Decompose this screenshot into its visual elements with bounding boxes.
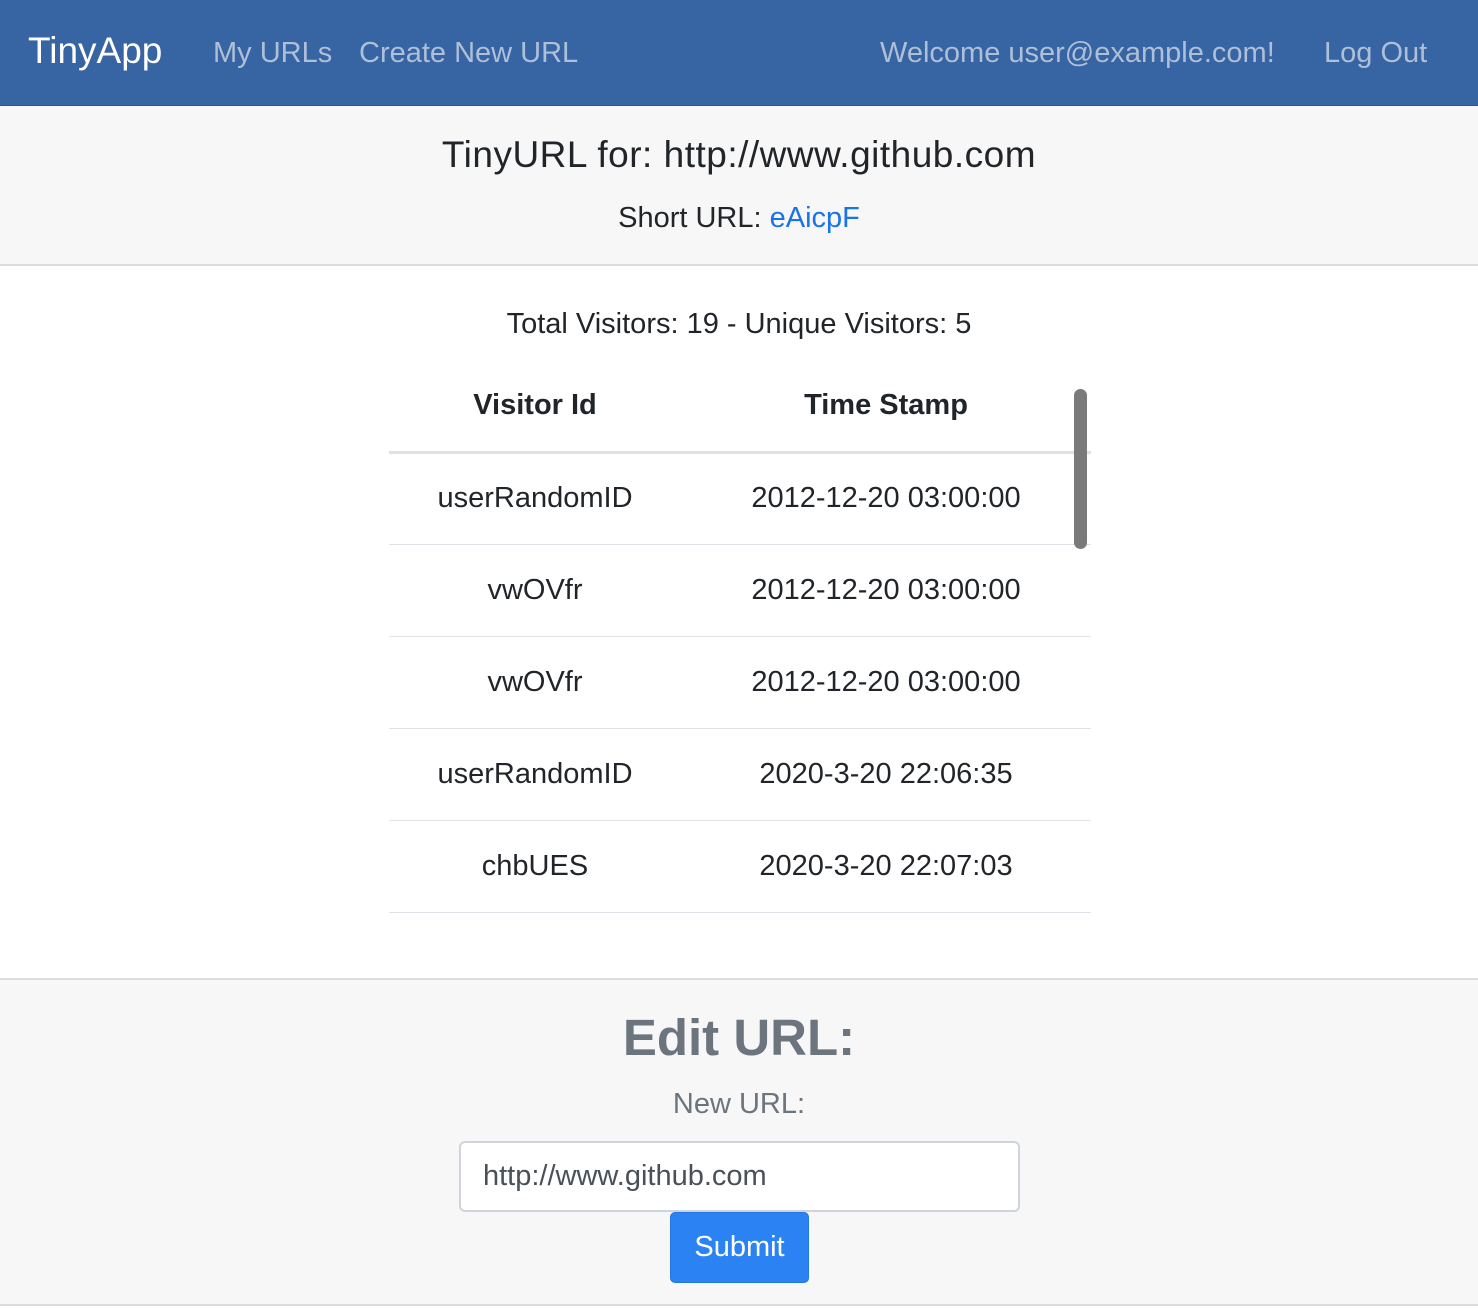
visitor-id-cell: vwOVfr <box>389 544 681 637</box>
timestamp-cell: 2020-3-20 22:07:03 <box>681 820 1091 913</box>
navbar: TinyApp My URLs Create New URL Welcome u… <box>0 0 1478 106</box>
table-row: userRandomID 2012-12-20 03:00:00 <box>389 452 1091 545</box>
new-url-input[interactable] <box>459 1141 1020 1212</box>
new-url-label: New URL: <box>672 1088 806 1120</box>
page-title: TinyURL for: http://www.github.com <box>441 134 1037 175</box>
nav-create-new-url[interactable]: Create New URL <box>359 37 578 70</box>
timestamp-cell: 2012-12-20 03:00:00 <box>681 544 1091 637</box>
nav-my-urls[interactable]: My URLs <box>213 37 332 70</box>
timestamp-cell: 2020-3-20 22:06:35 <box>681 728 1091 821</box>
edit-url-card: Edit URL: New URL: Submit <box>0 978 1478 1306</box>
timestamp-cell: 2012-12-20 03:00:00 <box>681 636 1091 729</box>
table-scrollbar-thumb[interactable] <box>1074 389 1087 549</box>
short-url-link[interactable]: eAicpF <box>770 202 860 234</box>
visitor-id-cell: userRandomID <box>389 728 681 821</box>
table-header-row: Visitor Id Time Stamp <box>389 360 1091 454</box>
visitor-id-cell: chbUES <box>389 820 681 913</box>
url-header-card: TinyURL for: http://www.github.com Short… <box>0 106 1478 266</box>
short-url-line: Short URL: eAicpF <box>0 202 1478 235</box>
column-header-timestamp: Time Stamp <box>681 360 1091 454</box>
short-url-label: Short URL: <box>618 202 770 234</box>
visitor-id-cell: vwOVfr <box>389 636 681 729</box>
visitors-table: Visitor Id Time Stamp userRandomID 2012-… <box>389 360 1091 913</box>
column-header-visitor-id: Visitor Id <box>389 360 681 454</box>
table-row: userRandomID 2020-3-20 22:06:35 <box>389 728 1091 821</box>
visitors-table-container[interactable]: Visitor Id Time Stamp userRandomID 2012-… <box>389 360 1091 913</box>
timestamp-cell: 2012-12-20 03:00:00 <box>681 452 1091 545</box>
edit-url-title: Edit URL: <box>622 1009 856 1066</box>
brand-link[interactable]: TinyApp <box>28 30 162 72</box>
visitors-summary: Total Visitors: 19 - Unique Visitors: 5 <box>506 308 972 340</box>
table-row: chbUES 2020-3-20 22:07:03 <box>389 820 1091 913</box>
table-row: vwOVfr 2012-12-20 03:00:00 <box>389 636 1091 729</box>
visitor-id-cell: userRandomID <box>389 452 681 545</box>
nav-logout[interactable]: Log Out <box>1324 37 1427 70</box>
table-row: vwOVfr 2012-12-20 03:00:00 <box>389 544 1091 637</box>
welcome-text: Welcome user@example.com! <box>880 37 1275 69</box>
submit-button[interactable]: Submit <box>670 1212 809 1283</box>
